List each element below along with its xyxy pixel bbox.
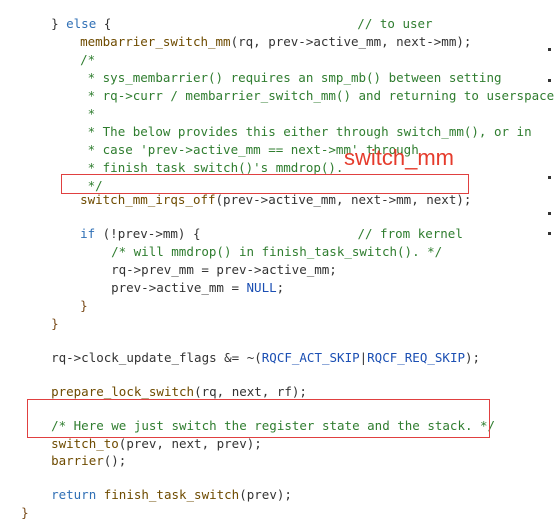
code-line-active-mm-null: prev->active_mm = NULL; [96, 264, 284, 295]
code-line-return: return finish_task_switch(prev); [36, 471, 292, 502]
scrollbar-marks [544, 0, 554, 507]
code-line-barrier: barrier(); [36, 437, 126, 468]
code-line-clock-flags: rq->clock_update_flags &= ~(RQCF_ACT_SKI… [36, 334, 480, 365]
code-line-comment-3: * [65, 90, 96, 121]
constant-req-skip: RQCF_REQ_SKIP [367, 350, 465, 365]
code-line-close-else: } [36, 300, 59, 331]
highlight-box-switch-to [27, 399, 490, 438]
edge-mark [548, 232, 551, 235]
code-line-prev-mm: rq->prev_mm = prev->active_mm; [96, 246, 337, 277]
return-keyword: return [51, 487, 97, 502]
highlight-box-switch-mm-irqs-off [61, 174, 469, 194]
code-line-comment-6: * finish_task_switch()'s mmdrop(). [65, 144, 344, 175]
code-line-membarrier: membarrier_switch_mm(rq, prev->active_mm… [65, 18, 471, 49]
code-line-mmdrop-comment: /* will mmdrop() in finish_task_switch()… [96, 228, 442, 259]
edge-mark [548, 48, 551, 51]
closing-brace: } [80, 298, 88, 313]
function-args: (prev, next, prev); [118, 436, 262, 451]
code-line-close-function: } [6, 489, 29, 520]
function-name: switch_mm_irqs_off [80, 192, 216, 207]
brace: } [51, 16, 67, 31]
closing-brace: } [21, 505, 29, 520]
function-args: (rq, next, rf); [194, 384, 307, 399]
annotation-switch-mm: switch_mm [344, 145, 455, 170]
function-name: finish_task_switch [96, 487, 240, 502]
comment-text: * finish_task_switch()'s mmdrop(). [80, 160, 344, 175]
null-constant: NULL [246, 280, 277, 295]
code-line-if: if (!prev->mm) {// from kernel [65, 210, 463, 241]
function-name: membarrier_switch_mm [80, 34, 231, 49]
function-args: (rq, prev->active_mm, next->mm); [230, 34, 472, 49]
statement: prev->active_mm = [111, 280, 247, 295]
code-line-comment-4: * The below provides this either through… [65, 108, 532, 139]
function-args: (); [103, 453, 127, 468]
if-keyword: if [80, 226, 96, 241]
function-name: barrier [51, 453, 104, 468]
code-line-comment-1: * sys_membarrier() requires an smp_mb() … [65, 54, 502, 85]
code-line-else: } else {// to user [36, 0, 433, 31]
code-line-comment-5: * case 'prev->active_mm == next->mm' thr… [65, 126, 419, 157]
code-line-prepare-lock: prepare_lock_switch(rq, next, rf); [36, 368, 307, 399]
closing-brace: } [51, 316, 59, 331]
semicolon: ; [276, 280, 285, 295]
code-line-close-if: } [65, 282, 88, 313]
edge-mark [548, 176, 551, 179]
edge-mark [548, 79, 551, 82]
statement: rq->clock_update_flags &= ~( [51, 350, 262, 365]
function-args: (prev->active_mm, next->mm, next); [215, 192, 472, 207]
function-args: (prev); [239, 487, 292, 502]
constant-act-skip: RQCF_ACT_SKIP [261, 350, 360, 365]
statement-end: ); [465, 350, 481, 365]
code-line-comment-2: * rq->curr / membarrier_switch_mm() and … [65, 72, 554, 103]
edge-mark [548, 212, 551, 215]
function-name: prepare_lock_switch [51, 384, 195, 399]
code-line-comment-start: /* [65, 36, 95, 67]
comment-text: * rq->curr / membarrier_switch_mm() and … [80, 88, 554, 103]
